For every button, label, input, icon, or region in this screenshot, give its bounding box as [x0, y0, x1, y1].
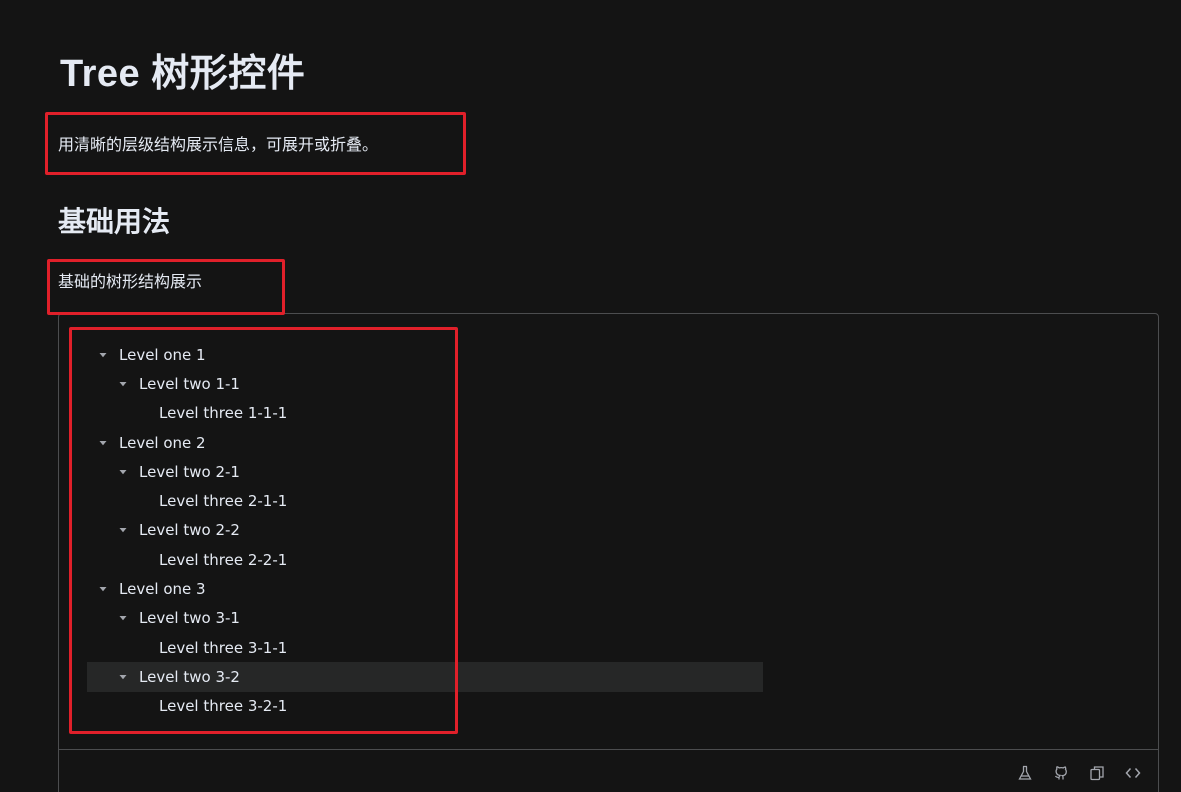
demo-actions [1016, 764, 1142, 782]
tree-node[interactable]: Level two 3-1 [87, 604, 763, 633]
caret-down-icon[interactable] [113, 374, 133, 394]
tree-node[interactable]: Level three 2-1-1 [87, 486, 763, 515]
tree-node-label: Level three 3-2-1 [159, 697, 288, 716]
caret-down-icon[interactable] [93, 433, 113, 453]
section-description: 基础的树形结构展示 [58, 272, 203, 291]
tree-node[interactable]: Level three 1-1-1 [87, 399, 763, 428]
tree-node-label: Level one 3 [119, 580, 206, 599]
tree-node-label: Level two 2-1 [139, 462, 240, 481]
tree-node[interactable]: Level two 2-1 [87, 457, 763, 486]
page: Tree 树形控件 用清晰的层级结构展示信息，可展开或折叠。 基础用法 基础的树… [0, 0, 1181, 792]
tree-node-label: Level three 2-2-1 [159, 550, 288, 569]
code-icon[interactable] [1124, 764, 1142, 782]
tree-node-label: Level one 2 [119, 433, 206, 452]
tree-node-label: Level two 3-1 [139, 609, 240, 628]
tree-node-label: Level three 2-1-1 [159, 492, 288, 511]
tree-node[interactable]: Level three 2-2-1 [87, 545, 763, 574]
github-icon[interactable] [1052, 764, 1070, 782]
tree-node[interactable]: Level one 3 [87, 574, 763, 603]
demo-footer [59, 749, 1158, 792]
flask-icon[interactable] [1016, 764, 1034, 782]
page-title: Tree 树形控件 [60, 53, 306, 95]
tree-node[interactable]: Level two 2-2 [87, 516, 763, 545]
demo-block: Level one 1 Level two 1-1 Level three 1-1-… [58, 313, 1159, 792]
tree-node-label: Level one 1 [119, 345, 206, 364]
caret-down-icon[interactable] [113, 520, 133, 540]
caret-down-icon[interactable] [113, 667, 133, 687]
caret-down-icon[interactable] [93, 345, 113, 365]
page-description: 用清晰的层级结构展示信息，可展开或折叠。 [58, 135, 379, 154]
tree-node-label: Level two 2-2 [139, 521, 240, 540]
caret-down-icon[interactable] [93, 579, 113, 599]
tree-node[interactable]: Level one 1 [87, 340, 763, 369]
tree-node[interactable]: Level one 2 [87, 428, 763, 457]
section-title: 基础用法 [58, 205, 171, 238]
tree-node[interactable]: Level two 3-2 [87, 662, 763, 692]
tree-node[interactable]: Level three 3-2-1 [87, 692, 763, 721]
tree: Level one 1 Level two 1-1 Level three 1-1-… [87, 340, 763, 721]
copy-icon[interactable] [1088, 764, 1106, 782]
tree-node-label: Level three 3-1-1 [159, 638, 288, 657]
caret-down-icon[interactable] [113, 462, 133, 482]
demo-area: Level one 1 Level two 1-1 Level three 1-1-… [59, 314, 1158, 749]
tree-node[interactable]: Level three 3-1-1 [87, 633, 763, 662]
tree-node-label: Level three 1-1-1 [159, 404, 288, 423]
tree-node[interactable]: Level two 1-1 [87, 369, 763, 398]
tree-node-label: Level two 1-1 [139, 374, 240, 393]
caret-down-icon[interactable] [113, 608, 133, 628]
tree-node-label: Level two 3-2 [139, 667, 240, 686]
